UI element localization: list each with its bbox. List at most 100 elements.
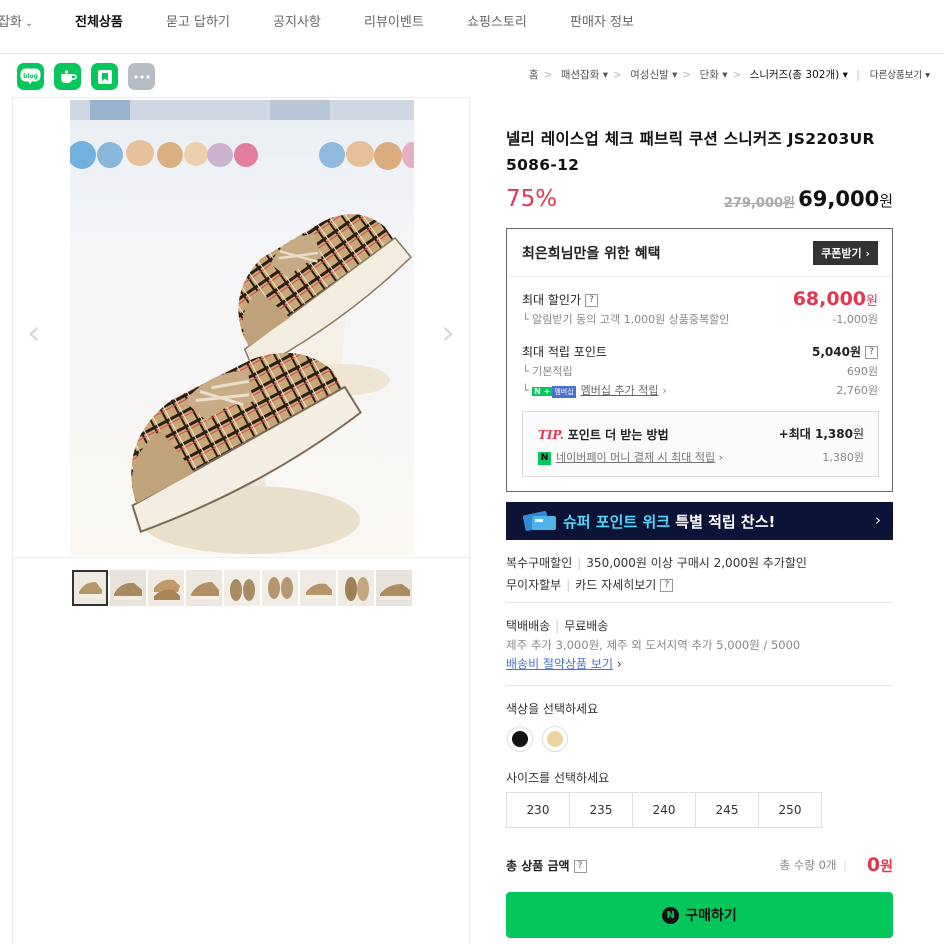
nav-item-category[interactable]: 잡화 ⌄: [0, 11, 33, 30]
breadcrumb-level3[interactable]: 단화 ▾: [700, 67, 728, 82]
banner-text: 슈퍼 포인트 위크 특별 적립 찬스!: [563, 511, 775, 532]
max-sale-label: 최대 할인가: [522, 293, 582, 307]
prev-image-arrow-icon[interactable]: ‹: [27, 313, 41, 353]
alarm-discount-row: └ 알림받기 동의 고객 1,000원 상품중복할인 -1,000원: [522, 311, 878, 327]
color-option-label: 색상을 선택하세요: [506, 702, 599, 716]
breadcrumb-label: 스니커즈(총 302개): [749, 69, 840, 81]
breadcrumb-current[interactable]: 스니커즈(총 302개) ▾: [750, 67, 848, 82]
breadcrumb-level2[interactable]: 여성신발 ▾: [630, 67, 677, 82]
npay-point-link[interactable]: 네이버페이 머니 결제 시 최대 적립: [556, 451, 715, 464]
total-amount-row: 총 상품 금액? 총 수량 0개 | 0원: [506, 854, 893, 876]
top-navigation: 잡화 ⌄ 전체상품 묻고 답하기 공지사항 리뷰이벤트 쇼핑스토리 판매자 정보: [0, 0, 944, 54]
help-icon[interactable]: ?: [585, 294, 599, 307]
dropdown-caret-icon: ▾: [722, 69, 728, 81]
membership-point-row: └ N + 멤버십 멤버십 추가 적립 › 2,760원: [522, 382, 878, 398]
sale-price: 69,000원: [798, 187, 893, 211]
chevron-right-icon: ›: [865, 247, 870, 260]
more-share-icon[interactable]: [128, 63, 155, 90]
size-option[interactable]: 240: [632, 792, 696, 828]
section-divider: [506, 685, 893, 686]
shipping-fee: 무료배송: [564, 619, 609, 633]
point-card-icon: [522, 511, 556, 531]
shipping-method: 택배배송 | 무료배송: [506, 617, 608, 634]
super-point-week-banner[interactable]: 슈퍼 포인트 위크 특별 적립 찬스! ›: [506, 502, 893, 540]
breadcrumb-label: 단화: [699, 69, 719, 81]
breadcrumb-divider: |: [856, 69, 860, 81]
max-point-row: 최대 적립 포인트 5,040원?: [522, 343, 878, 360]
tip-title: TIP. 포인트 더 받는 방법: [538, 426, 669, 443]
max-sale-unit: 원: [866, 294, 878, 309]
product-main-image[interactable]: [70, 100, 414, 555]
thumbnail-item[interactable]: [110, 570, 146, 606]
thumbnail-item[interactable]: [186, 570, 222, 606]
nav-item-review-event[interactable]: 리뷰이벤트: [364, 11, 424, 30]
color-swatch-black[interactable]: [507, 726, 533, 752]
npay-point-value: 1,380원: [822, 451, 864, 464]
tip-max-unit: 원: [852, 427, 864, 441]
separator: |: [577, 556, 582, 570]
bookmark-share-icon[interactable]: [91, 63, 118, 90]
thumbnail-item[interactable]: [72, 570, 108, 606]
thumbnail-divider: [13, 557, 469, 558]
membership-point-link[interactable]: 멤버십 추가 적립: [581, 384, 659, 397]
breadcrumb-separator-icon: >: [732, 69, 742, 81]
help-icon[interactable]: ?: [660, 579, 674, 592]
total-amount-number: 0: [866, 854, 881, 876]
coupon-button[interactable]: 쿠폰받기 ›: [813, 241, 878, 265]
sub-branch-icon: └: [522, 384, 533, 397]
sale-price-number: 69,000: [798, 187, 880, 211]
buy-button[interactable]: N 구매하기: [506, 892, 893, 938]
breadcrumb-home[interactable]: 홈: [529, 67, 539, 82]
thumbnail-item[interactable]: [148, 570, 184, 606]
share-buttons: blog: [17, 63, 155, 90]
shipping-saver: 배송비 절약상품 보기 ›: [506, 655, 622, 672]
blog-share-icon[interactable]: blog: [17, 63, 44, 90]
thumbnail-item[interactable]: [224, 570, 260, 606]
nav-item-seller-info[interactable]: 판매자 정보: [570, 11, 634, 30]
nav-item-shopping-story[interactable]: 쇼핑스토리: [467, 11, 527, 30]
shipping-saver-link[interactable]: 배송비 절약상품 보기: [506, 657, 613, 671]
size-option[interactable]: 245: [695, 792, 759, 828]
chevron-right-icon: ›: [875, 511, 881, 529]
card-detail-link[interactable]: 카드 자세히보기: [575, 578, 656, 592]
section-divider: [506, 602, 893, 603]
thumbnail-item[interactable]: [338, 570, 374, 606]
separator: |: [843, 858, 847, 872]
breadcrumb-separator-icon: >: [682, 69, 692, 81]
naverpay-n-icon: N: [662, 906, 680, 924]
total-amount: 0원: [867, 854, 893, 876]
nav-item-qna[interactable]: 묻고 답하기: [166, 11, 230, 30]
alarm-discount-label: 알림받기 동의 고객 1,000원 상품중복할인: [532, 313, 730, 326]
breadcrumb-separator-icon: >: [612, 69, 622, 81]
tip-word: TIP.: [538, 428, 564, 442]
next-image-arrow-icon[interactable]: ›: [441, 313, 455, 353]
thumbnail-item[interactable]: [376, 570, 412, 606]
tip-max-number: 1,380: [814, 427, 853, 441]
max-point-value-wrap: 5,040원?: [812, 343, 878, 360]
thumbnail-item[interactable]: [300, 570, 336, 606]
breadcrumb-level1[interactable]: 패션잡화 ▾: [561, 67, 608, 82]
installment-info: 무이자할부 | 카드 자세히보기?: [506, 576, 674, 593]
max-sale-row: 최대 할인가? 68,000원: [522, 288, 878, 310]
cafe-share-icon[interactable]: [54, 63, 81, 90]
help-icon[interactable]: ?: [865, 346, 878, 359]
original-price: 279,000원: [723, 196, 795, 211]
total-label: 총 상품 금액: [506, 859, 570, 873]
size-option[interactable]: 235: [569, 792, 633, 828]
help-icon[interactable]: ?: [573, 860, 587, 873]
dropdown-caret-icon: ▾: [842, 69, 848, 81]
other-products-label: 다른상품보기: [869, 70, 923, 81]
thumbnail-item[interactable]: [262, 570, 298, 606]
nav-item-notice[interactable]: 공지사항: [273, 11, 321, 30]
sub-branch-icon: └: [522, 313, 533, 326]
color-swatch-beige[interactable]: [542, 726, 568, 752]
other-products-link[interactable]: 다른상품보기 ▾: [870, 67, 930, 81]
size-option[interactable]: 230: [506, 792, 570, 828]
max-point-value: 5,040원: [812, 345, 861, 359]
size-option[interactable]: 250: [758, 792, 822, 828]
naverpay-icon: N: [538, 451, 551, 465]
nav-item-all-products[interactable]: 전체상품: [75, 11, 123, 30]
multi-purchase-discount: 복수구매할인 | 350,000원 이상 구매시 2,000원 추가할인: [506, 554, 807, 571]
tip-title-text: 포인트 더 받는 방법: [567, 428, 669, 442]
size-option-label: 사이즈를 선택하세요: [506, 771, 610, 785]
